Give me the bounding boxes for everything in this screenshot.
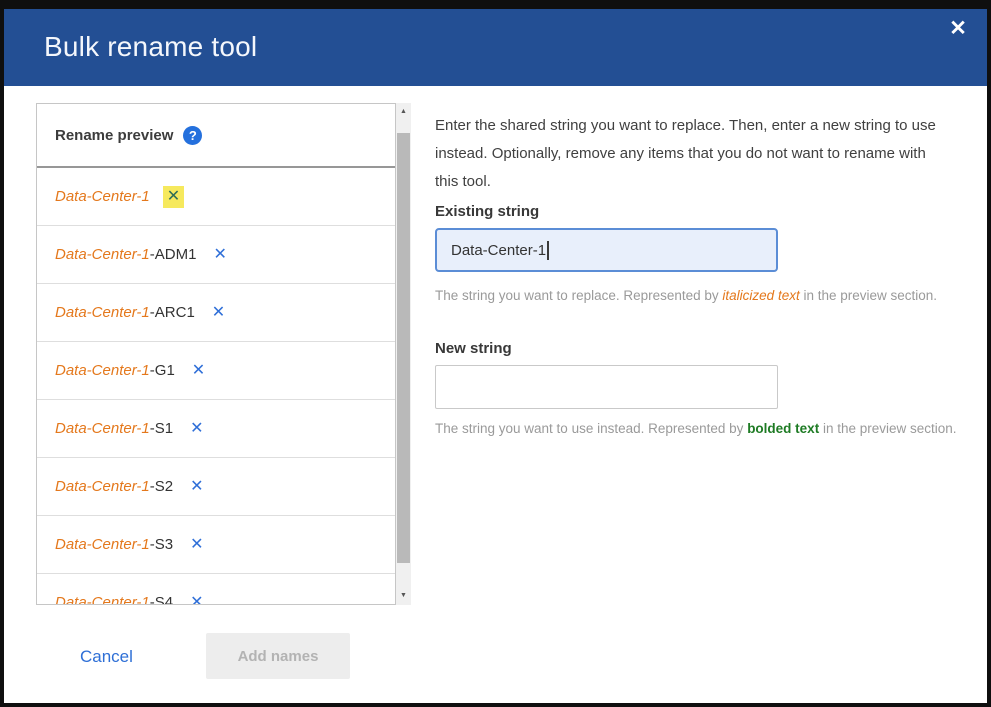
new-string-label: New string: [435, 340, 512, 357]
existing-string-input[interactable]: Data-Center-1: [435, 228, 778, 272]
rename-preview-row: Data-Center-1-S4 ✕: [37, 574, 395, 605]
scroll-up-icon[interactable]: ▲: [396, 104, 411, 120]
cancel-button[interactable]: Cancel: [80, 647, 133, 667]
item-suffix: -S2: [150, 478, 173, 495]
rename-preview-section: Rename preview ? Data-Center-1 ✕ Data-Ce…: [36, 103, 411, 605]
close-icon[interactable]: ✕: [943, 14, 973, 44]
rename-preview-row: Data-Center-1-ADM1 ✕: [37, 226, 395, 284]
bulk-rename-dialog: Bulk rename tool ✕ Rename preview ? Data…: [4, 9, 987, 703]
helper-emphasis: italicized text: [722, 288, 799, 303]
helper-emphasis: bolded text: [747, 421, 819, 436]
item-suffix: -ARC1: [150, 304, 195, 321]
item-suffix: -ADM1: [150, 246, 197, 263]
rename-preview-row: Data-Center-1-G1 ✕: [37, 342, 395, 400]
item-suffix: -S1: [150, 420, 173, 437]
existing-string-value: Data-Center-1: [451, 242, 546, 259]
remove-item-icon[interactable]: ✕: [208, 302, 229, 324]
rename-preview-row: Data-Center-1-S3 ✕: [37, 516, 395, 574]
dialog-header: Bulk rename tool ✕: [4, 9, 987, 86]
item-suffix: -S3: [150, 536, 173, 553]
scrollbar-thumb[interactable]: [397, 133, 410, 563]
rename-preview-row: Data-Center-1-S1 ✕: [37, 400, 395, 458]
item-prefix: Data-Center-1: [55, 478, 150, 495]
item-prefix: Data-Center-1: [55, 246, 150, 263]
remove-item-icon[interactable]: ✕: [163, 186, 184, 208]
rename-preview-title: Rename preview: [55, 127, 173, 144]
helper-text: The string you want to use instead. Repr…: [435, 421, 747, 436]
item-prefix: Data-Center-1: [55, 536, 150, 553]
new-string-input[interactable]: [435, 365, 778, 409]
existing-string-label: Existing string: [435, 203, 539, 220]
rename-preview-list: Data-Center-1 ✕ Data-Center-1-ADM1 ✕ Dat…: [37, 168, 395, 605]
instructions-text: Enter the shared string you want to repl…: [435, 112, 950, 196]
rename-preview-panel: Rename preview ? Data-Center-1 ✕ Data-Ce…: [36, 103, 396, 605]
helper-text: The string you want to replace. Represen…: [435, 288, 722, 303]
new-string-helper: The string you want to use instead. Repr…: [435, 421, 957, 436]
helper-text: in the preview section.: [800, 288, 937, 303]
rename-preview-header: Rename preview ?: [37, 104, 395, 168]
item-suffix: -S4: [150, 594, 173, 605]
dialog-title: Bulk rename tool: [44, 31, 257, 63]
remove-item-icon[interactable]: ✕: [186, 418, 207, 440]
remove-item-icon[interactable]: ✕: [209, 244, 230, 266]
item-prefix: Data-Center-1: [55, 188, 150, 205]
item-prefix: Data-Center-1: [55, 594, 150, 605]
remove-item-icon[interactable]: ✕: [186, 534, 207, 556]
helper-text: in the preview section.: [819, 421, 956, 436]
rename-preview-row: Data-Center-1-S2 ✕: [37, 458, 395, 516]
rename-preview-row: Data-Center-1 ✕: [37, 168, 395, 226]
remove-item-icon[interactable]: ✕: [186, 476, 207, 498]
item-prefix: Data-Center-1: [55, 362, 150, 379]
remove-item-icon[interactable]: ✕: [188, 360, 209, 382]
existing-string-helper: The string you want to replace. Represen…: [435, 288, 937, 303]
remove-item-icon[interactable]: ✕: [186, 592, 207, 606]
item-prefix: Data-Center-1: [55, 304, 150, 321]
rename-preview-row: Data-Center-1-ARC1 ✕: [37, 284, 395, 342]
preview-scrollbar[interactable]: ▲ ▼: [396, 103, 411, 605]
text-caret: [547, 241, 549, 260]
help-icon[interactable]: ?: [183, 126, 202, 145]
add-names-button[interactable]: Add names: [206, 633, 350, 679]
scroll-down-icon[interactable]: ▼: [396, 588, 411, 604]
item-prefix: Data-Center-1: [55, 420, 150, 437]
item-suffix: -G1: [150, 362, 175, 379]
